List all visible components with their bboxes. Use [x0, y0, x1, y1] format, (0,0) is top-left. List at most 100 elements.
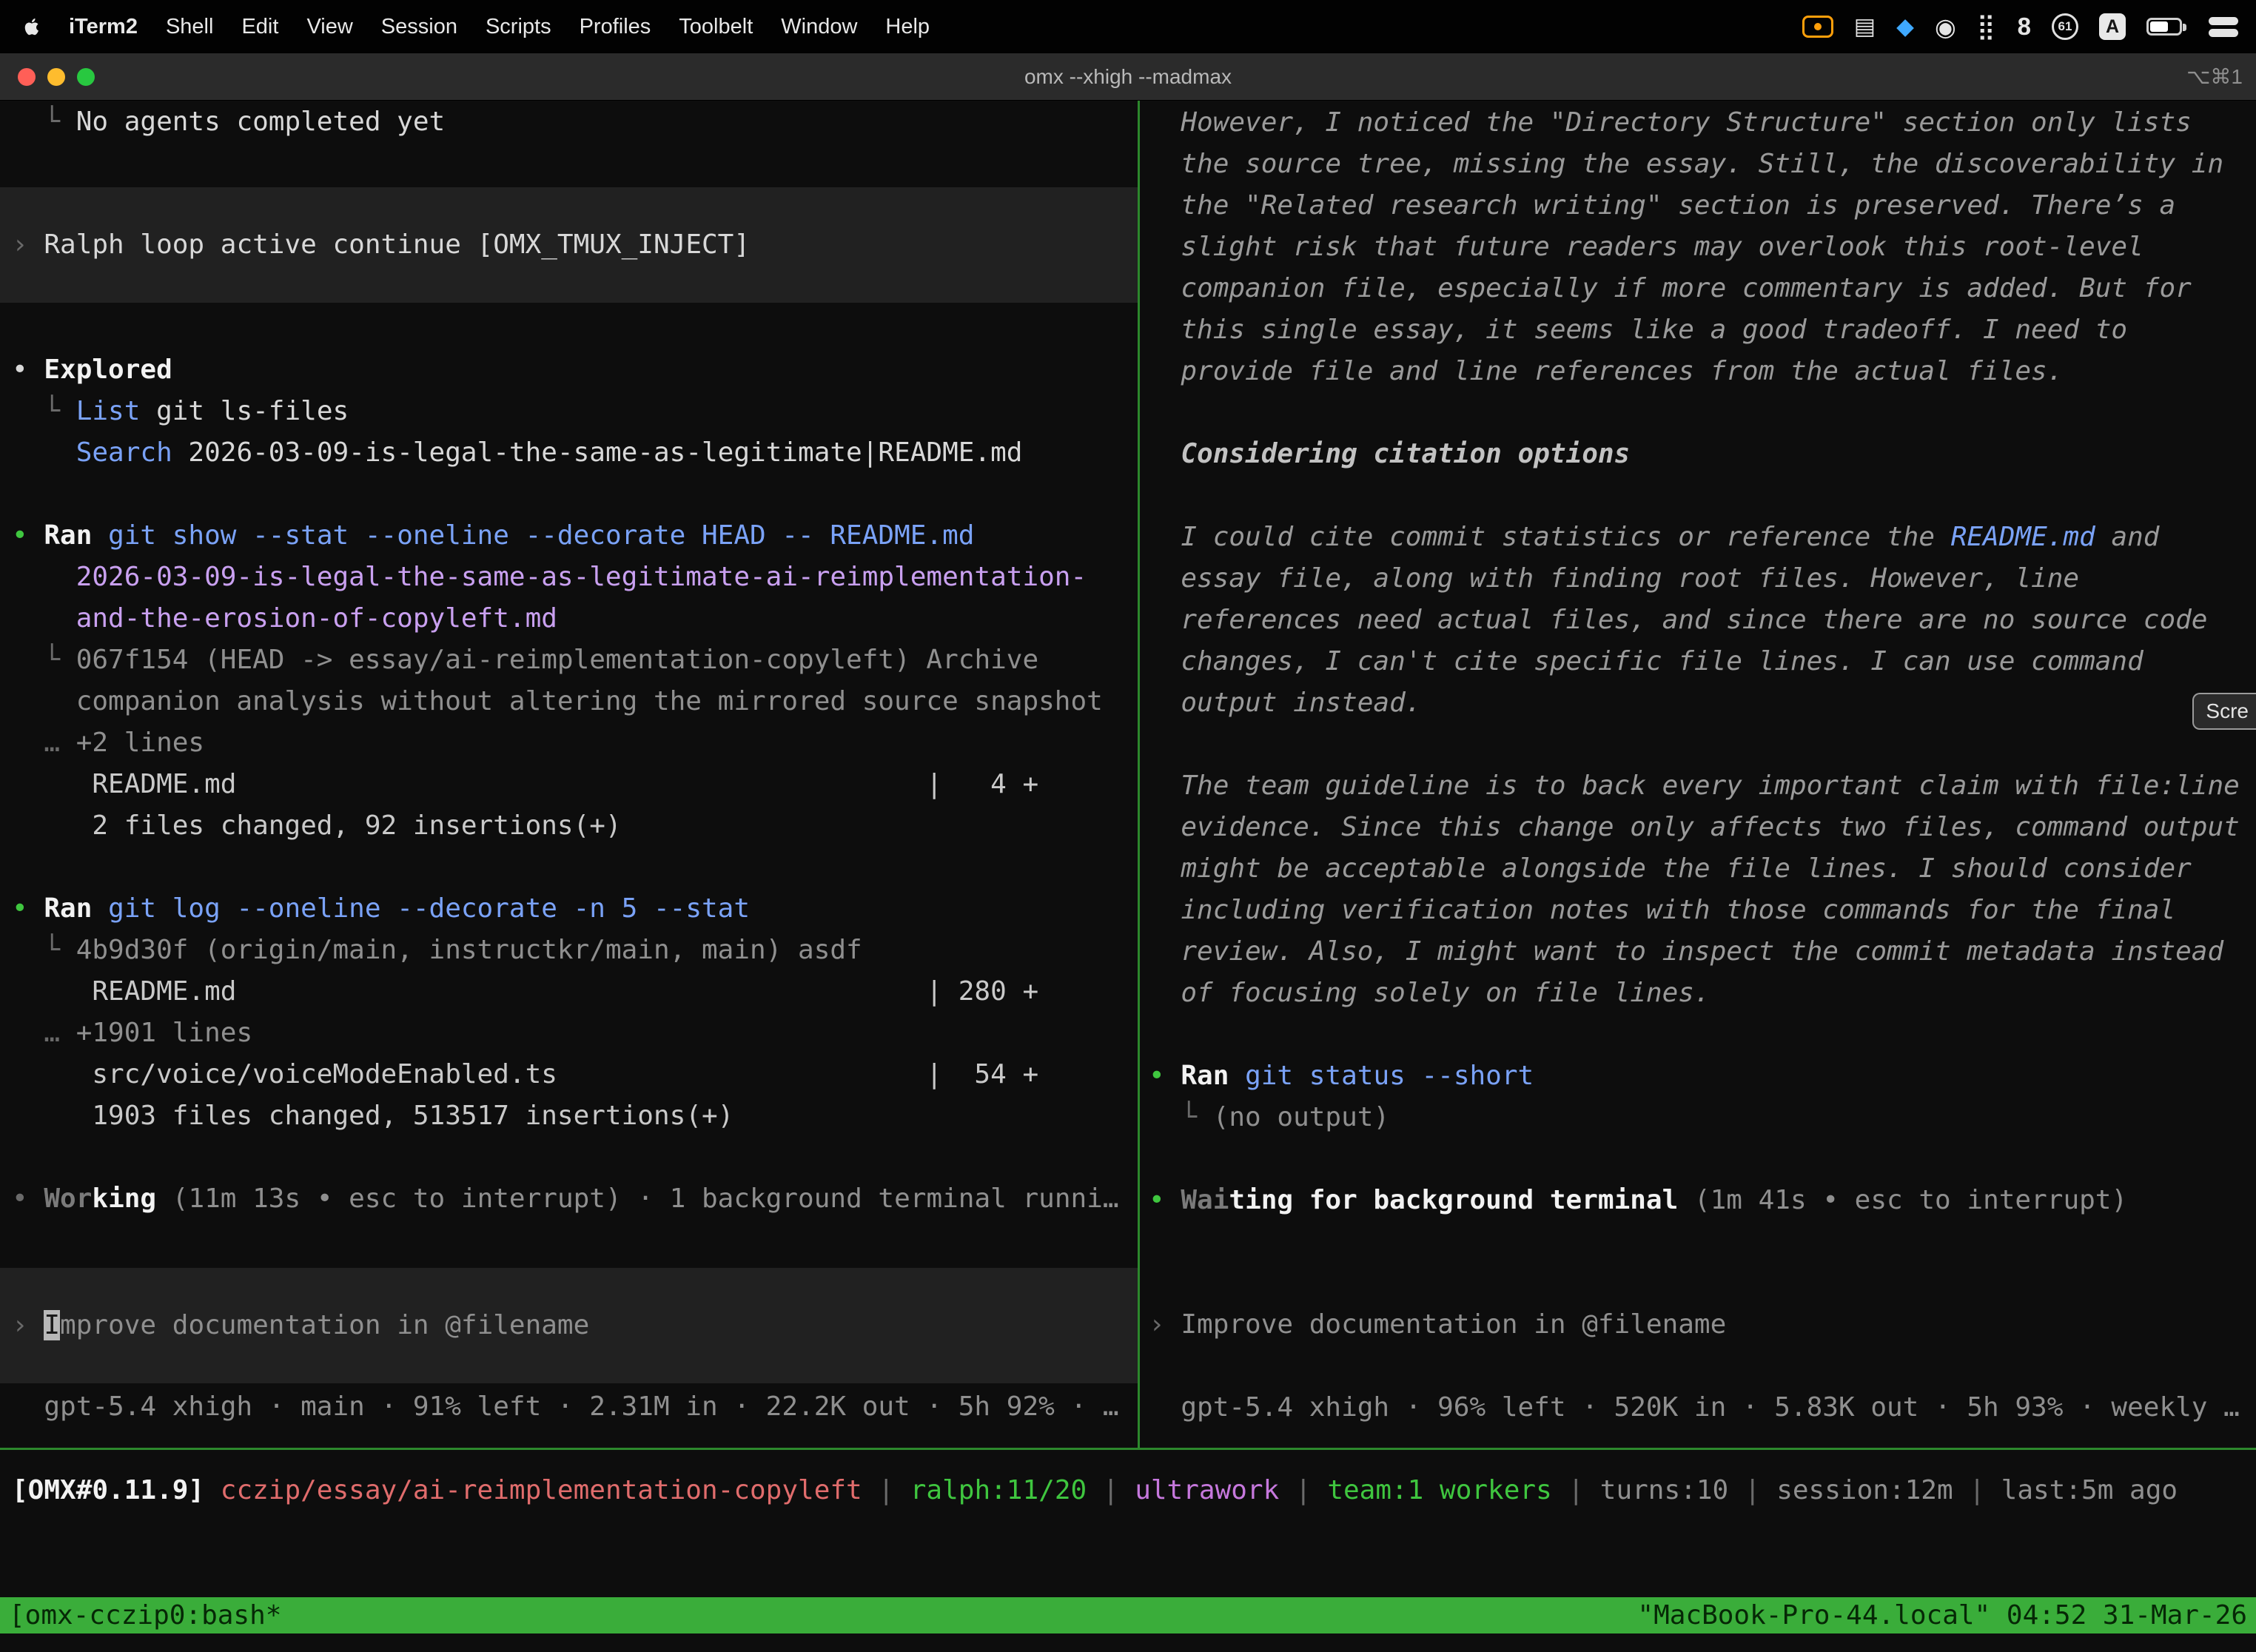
- right-session-status: gpt-5.4 xhigh · 96% left · 520K in · 5.8…: [1140, 1387, 2256, 1428]
- screen-recording-icon[interactable]: [1802, 16, 1833, 38]
- terminal-line: However, I noticed the "Directory Struct…: [1140, 102, 2256, 144]
- tmux-host-time: "MacBook-Pro-44.local" 04:52 31-Mar-26: [1637, 1600, 2247, 1631]
- terminal-line: [1140, 392, 2256, 434]
- terminal-line: the "Related research writing" section i…: [1140, 185, 2256, 226]
- terminal-line: • Explored: [0, 349, 1138, 391]
- menu-items: iTerm2 Shell Edit View Session Scripts Profile…: [55, 15, 944, 39]
- terminal-line: Considering citation options: [1140, 434, 2256, 475]
- terminal-line: evidence. Since this change only affects…: [1140, 807, 2256, 848]
- screen: iTerm2 Shell Edit View Session Scripts Profile…: [0, 0, 2256, 1652]
- apple-menu[interactable]: [22, 14, 44, 39]
- menu-item-profiles[interactable]: Profiles: [580, 15, 651, 39]
- terminal-line: [0, 847, 1138, 888]
- window-titlebar[interactable]: omx --xhigh --madmax ⌥⌘1: [0, 53, 2256, 101]
- figure-eight-icon[interactable]: 8: [2018, 10, 2031, 43]
- keyboard-icon[interactable]: ▤: [1854, 10, 1876, 43]
- terminal-line: └ List git ls-files: [0, 391, 1138, 432]
- zoom-button[interactable]: [77, 68, 95, 86]
- battery-icon[interactable]: [2146, 18, 2182, 36]
- omx-status-bar: [OMX#0.11.9] cczip/essay/ai-reimplementa…: [0, 1470, 2256, 1511]
- left-pane[interactable]: └ No agents completed yet › Ralph loop a…: [0, 101, 1138, 1448]
- terminal-line: output instead.: [1140, 682, 2256, 724]
- terminal-line: └ 4b9d30f (origin/main, instructkr/main,…: [0, 930, 1138, 971]
- terminal-line: of focusing solely on file lines.: [1140, 973, 2256, 1014]
- menu-item-edit[interactable]: Edit: [241, 15, 278, 39]
- menu-item-iterm2[interactable]: iTerm2: [69, 15, 138, 39]
- menu-item-window[interactable]: Window: [781, 15, 857, 39]
- menu-item-shell[interactable]: Shell: [166, 15, 214, 39]
- terminal-line: the source tree, missing the essay. Stil…: [1140, 144, 2256, 185]
- terminal-line: companion file, especially if more comme…: [1140, 268, 2256, 309]
- menu-bar-status-icons: ▤ ◆ ◉ ⣿ 8 61 A: [1802, 10, 2238, 43]
- menu-item-session[interactable]: Session: [381, 15, 457, 39]
- terminal-line: [0, 1137, 1138, 1178]
- left-session-status: gpt-5.4 xhigh · main · 91% left · 2.31M …: [0, 1386, 1138, 1428]
- window-shortcut: ⌥⌘1: [2186, 64, 2243, 89]
- terminal-line: this single essay, it seems like a good …: [1140, 309, 2256, 351]
- terminal-line: … +2 lines: [0, 722, 1138, 764]
- left-scrollback: └ No agents completed yet: [0, 101, 1138, 143]
- tmux-split-border[interactable]: [0, 1448, 2256, 1450]
- terminal-line: … +1901 lines: [0, 1013, 1138, 1054]
- screen-tooltip[interactable]: Scre: [2192, 693, 2256, 730]
- right-transcript: However, I noticed the "Directory Struct…: [1140, 102, 2256, 1428]
- menu-item-scripts[interactable]: Scripts: [486, 15, 551, 39]
- terminal-line: [1140, 724, 2256, 765]
- terminal-line: 1903 files changed, 513517 insertions(+): [0, 1095, 1138, 1137]
- terminal-line: • Ran git show --stat --oneline --decora…: [0, 515, 1138, 557]
- terminal-line: [1140, 1346, 2256, 1387]
- terminal-line: gpt-5.4 xhigh · main · 91% left · 2.31M …: [0, 1386, 1138, 1428]
- terminal-line: • Ran git status --short: [1140, 1055, 2256, 1097]
- terminal-line: [OMX#0.11.9] cczip/essay/ai-reimplementa…: [0, 1470, 2256, 1511]
- terminal-line: The team guideline is to back every impo…: [1140, 765, 2256, 807]
- terminal-line: [0, 474, 1138, 515]
- terminal-line: I could cite commit statistics or refere…: [1140, 517, 2256, 558]
- terminal-line: and-the-erosion-of-copyleft.md: [0, 598, 1138, 639]
- circle-app-icon[interactable]: ◉: [1935, 10, 1956, 43]
- terminal-line: 2 files changed, 92 insertions(+): [0, 805, 1138, 847]
- tmux-session-label: [omx-cczip0:bash*: [9, 1600, 281, 1631]
- blue-app-icon[interactable]: ◆: [1896, 10, 1914, 43]
- terminal: └ No agents completed yet › Ralph loop a…: [0, 101, 2256, 1448]
- terminal-line: slight risk that future readers may over…: [1140, 226, 2256, 268]
- terminal-line: companion analysis without altering the …: [0, 681, 1138, 722]
- right-pane[interactable]: However, I noticed the "Directory Struct…: [1140, 101, 2256, 1448]
- gauge-icon[interactable]: 61: [2052, 13, 2078, 40]
- inject-box: › Ralph loop active continue [OMX_TMUX_I…: [0, 187, 1138, 303]
- prompt-input-box[interactable]: › Improve documentation in @filename: [0, 1268, 1138, 1383]
- terminal-line: › Ralph loop active continue [OMX_TMUX_I…: [0, 224, 1138, 266]
- tmux-status-bar: [omx-cczip0:bash* "MacBook-Pro-44.local"…: [0, 1597, 2256, 1633]
- terminal-line: src/voice/voiceModeEnabled.ts | 54 +: [0, 1054, 1138, 1095]
- control-center-icon[interactable]: [2209, 10, 2238, 43]
- terminal-line: • Working (11m 13s • esc to interrupt) ·…: [0, 1178, 1138, 1220]
- terminal-line: └ No agents completed yet: [0, 101, 1138, 143]
- terminal-line: might be acceptable alongside the file l…: [1140, 848, 2256, 890]
- terminal-line: essay file, along with finding root file…: [1140, 558, 2256, 600]
- terminal-line: [1140, 1014, 2256, 1055]
- terminal-line: README.md | 280 +: [0, 971, 1138, 1013]
- terminal-line: 2026-03-09-is-legal-the-same-as-legitima…: [0, 557, 1138, 598]
- menu-bar: iTerm2 Shell Edit View Session Scripts Profile…: [0, 0, 2256, 53]
- menu-item-toolbelt[interactable]: Toolbelt: [679, 15, 753, 39]
- menu-item-view[interactable]: View: [306, 15, 352, 39]
- terminal-line: • Ran git log --oneline --decorate -n 5 …: [0, 888, 1138, 930]
- terminal-line: review. Also, I might want to inspect th…: [1140, 931, 2256, 973]
- terminal-line: └ (no output): [1140, 1097, 2256, 1138]
- close-button[interactable]: [18, 68, 36, 86]
- input-source-icon[interactable]: A: [2099, 13, 2126, 40]
- minimize-button[interactable]: [47, 68, 65, 86]
- left-transcript: • Explored └ List git ls-files Search 20…: [0, 349, 1138, 1220]
- traffic-lights: [18, 53, 95, 100]
- menu-item-help[interactable]: Help: [885, 15, 930, 39]
- terminal-line: [1140, 1263, 2256, 1304]
- right-prompt-line: › Improve documentation in @filename: [1140, 1304, 2256, 1346]
- terminal-line: [1140, 1221, 2256, 1263]
- apple-logo-icon: [22, 15, 43, 38]
- terminal-line: › Improve documentation in @filename: [0, 1305, 1138, 1346]
- terminal-line: references need actual files, and since …: [1140, 600, 2256, 641]
- terminal-line: changes, I can't cite specific file line…: [1140, 641, 2256, 682]
- dots-grid-icon[interactable]: ⣿: [1977, 10, 1997, 43]
- terminal-line: [1140, 475, 2256, 517]
- terminal-line: └ 067f154 (HEAD -> essay/ai-reimplementa…: [0, 639, 1138, 681]
- terminal-line: • Waiting for background terminal (1m 41…: [1140, 1180, 2256, 1221]
